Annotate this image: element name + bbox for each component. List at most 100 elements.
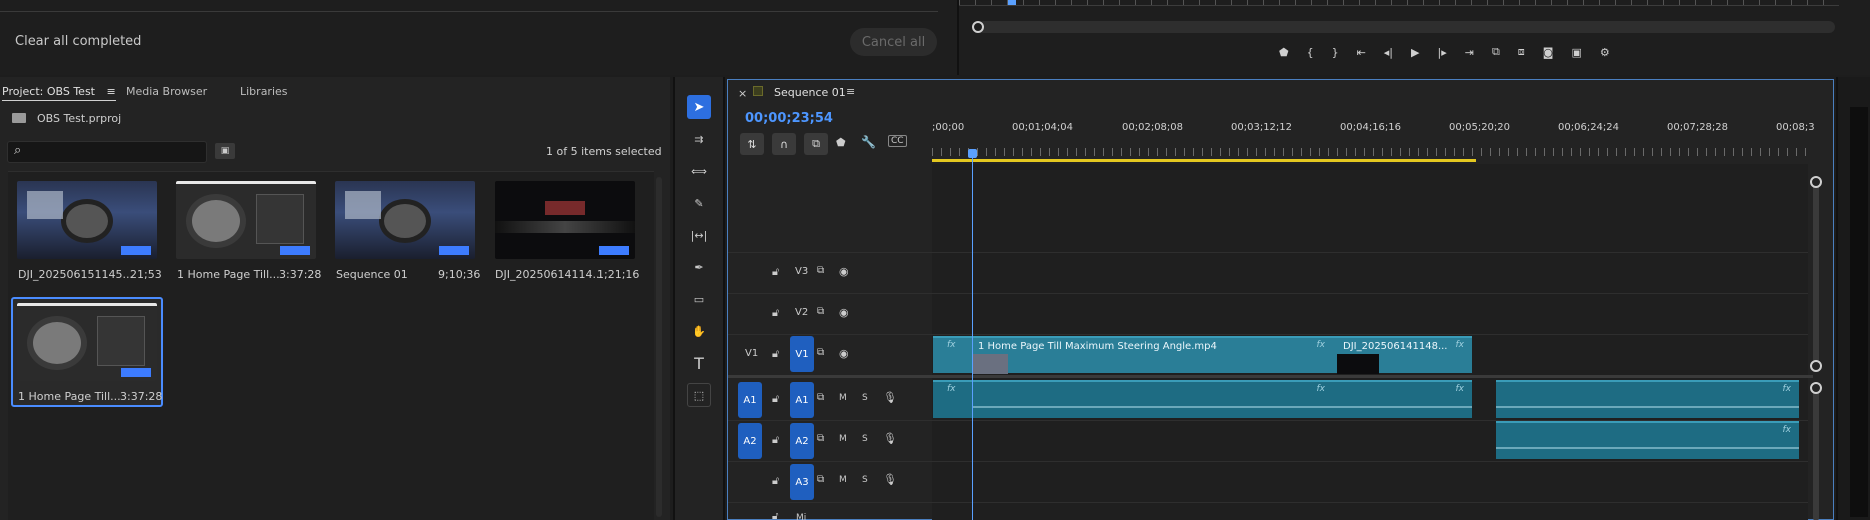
clip-v1-dji[interactable]: DJI_202506141148... fx xyxy=(1337,336,1472,374)
generative-extend-tool-icon[interactable]: ⬚ xyxy=(687,383,711,407)
lock-icon[interactable]: 🔓︎ xyxy=(772,474,779,488)
panel-menu-icon[interactable]: ≡ xyxy=(107,85,116,98)
add-marker-icon[interactable]: ⬟ xyxy=(836,136,846,149)
sync-lock-icon[interactable]: ⧉ xyxy=(817,265,824,276)
sync-lock-icon[interactable]: ⧉ xyxy=(817,474,824,485)
mute-button[interactable]: M xyxy=(839,434,847,444)
new-search-bin-icon[interactable]: ▣ xyxy=(215,143,235,159)
clear-all-completed-button[interactable]: Clear all completed xyxy=(15,34,141,49)
scroll-handle[interactable] xyxy=(1810,176,1822,188)
snap-icon[interactable]: ∩ xyxy=(772,133,796,155)
lock-icon[interactable]: 🔓︎ xyxy=(772,347,779,361)
step-back-icon[interactable]: ◂| xyxy=(1384,46,1393,59)
solo-button[interactable]: S xyxy=(862,434,868,444)
track-select-tool-icon[interactable]: ⇉ xyxy=(687,127,711,151)
sync-lock-icon[interactable]: ⧉ xyxy=(817,433,824,444)
work-area-bar[interactable] xyxy=(932,159,1476,162)
thumbnail-dji-0615[interactable] xyxy=(17,181,157,259)
solo-button[interactable]: S xyxy=(862,393,868,403)
audio-clip-a2[interactable]: fx xyxy=(1496,421,1799,459)
tab-libraries[interactable]: Libraries xyxy=(240,85,288,98)
tab-project[interactable]: Project: OBS Test ≡ xyxy=(2,85,116,101)
compare-view-icon[interactable]: ▣ xyxy=(1571,46,1581,59)
track-target-v1[interactable]: V1 xyxy=(790,336,814,372)
microphone-icon[interactable]: 🎙︎ xyxy=(883,432,897,445)
rectangle-tool-icon[interactable]: ▭ xyxy=(687,287,711,311)
scrollbar[interactable] xyxy=(656,177,662,517)
video-tracks-scrollbar[interactable] xyxy=(1813,176,1819,371)
type-tool-icon[interactable]: T xyxy=(687,351,711,375)
eye-icon[interactable]: ◉ xyxy=(839,265,849,278)
mark-out-icon[interactable]: } xyxy=(1332,46,1339,59)
mute-button[interactable]: M xyxy=(839,475,847,485)
monitor-scrub-bar[interactable] xyxy=(977,21,1835,33)
monitor-scrub-handle[interactable] xyxy=(972,21,984,33)
panel-menu-icon[interactable]: ≡ xyxy=(846,85,855,98)
clip-v1-home-page[interactable]: 1 Home Page Till Maximum Steering Angle.… xyxy=(972,336,1337,374)
slip-tool-icon[interactable]: |↔| xyxy=(687,223,711,247)
track-target-a3[interactable]: A3 xyxy=(790,464,814,500)
sync-lock-icon[interactable]: ⧉ xyxy=(817,306,824,317)
export-frame-icon[interactable]: ◙ xyxy=(1543,46,1554,59)
audio-clip-a1-small[interactable]: fx xyxy=(933,380,973,418)
source-patch-a1[interactable]: A1 xyxy=(738,382,762,418)
source-patch-v1[interactable]: V1 xyxy=(745,348,758,359)
marker-icon[interactable]: ⬟ xyxy=(1279,46,1289,59)
track-target-a2[interactable]: A2 xyxy=(790,423,814,459)
captions-icon[interactable]: CC xyxy=(888,135,907,147)
playhead-line[interactable] xyxy=(972,150,973,520)
mark-in-icon[interactable]: { xyxy=(1307,46,1314,59)
timeline-settings-icon[interactable]: 🔧 xyxy=(861,135,876,149)
hand-tool-icon[interactable]: ✋ xyxy=(687,319,711,343)
microphone-icon[interactable]: 🎙︎ xyxy=(883,473,897,486)
selection-tool-icon[interactable]: ➤ xyxy=(687,95,711,119)
microphone-icon[interactable]: 🎙︎ xyxy=(883,391,897,404)
audio-clip-a1-home-page[interactable]: fx xyxy=(972,380,1337,418)
thumbnail-home-page-clip[interactable] xyxy=(176,181,316,259)
thumbnail-dji-0614[interactable] xyxy=(495,181,635,259)
play-icon[interactable]: ▶ xyxy=(1411,46,1419,59)
selection-status: 1 of 5 items selected xyxy=(546,145,662,158)
insert-sequence-nest-icon[interactable]: ⇅ xyxy=(740,133,764,155)
audio-clip-a1-later[interactable]: fx xyxy=(1496,380,1799,418)
solo-button[interactable]: S xyxy=(862,475,868,485)
extract-icon[interactable]: ⧈ xyxy=(1518,45,1525,59)
razor-tool-icon[interactable]: ✎ xyxy=(687,191,711,215)
video-audio-divider[interactable] xyxy=(728,375,1813,378)
audio-tracks-scrollbar[interactable] xyxy=(1813,382,1819,520)
tab-media-browser[interactable]: Media Browser xyxy=(126,85,207,98)
eye-icon[interactable]: ◉ xyxy=(839,347,849,360)
go-to-in-icon[interactable]: ⇤ xyxy=(1357,46,1366,59)
thumbnail-sequence-01[interactable] xyxy=(335,181,475,259)
sequence-tab-title[interactable]: Sequence 01 xyxy=(774,86,846,99)
pen-tool-icon[interactable]: ✒ xyxy=(687,255,711,279)
lift-icon[interactable]: ⧉ xyxy=(1492,45,1500,59)
track-target-a1[interactable]: A1 xyxy=(790,382,814,418)
lock-icon[interactable]: 🔓︎ xyxy=(772,265,779,279)
linked-selection-icon[interactable]: ⧉ xyxy=(804,133,828,155)
audio-clip-a1-dji[interactable]: fx xyxy=(1337,380,1472,418)
eye-icon[interactable]: ◉ xyxy=(839,306,849,319)
mute-button[interactable]: M xyxy=(839,393,847,403)
clip-v1-small[interactable]: fx xyxy=(933,336,973,373)
vr-toggle-icon[interactable]: ⚙ xyxy=(1600,46,1610,59)
lock-icon[interactable]: 🔓︎ xyxy=(772,433,779,447)
cancel-all-button[interactable]: Cancel all xyxy=(850,28,937,56)
lock-icon[interactable]: 🔓︎ xyxy=(772,392,779,406)
go-to-out-icon[interactable]: ⇥ xyxy=(1465,46,1474,59)
step-forward-icon[interactable]: |▸ xyxy=(1437,46,1446,59)
monitor-playhead-marker[interactable] xyxy=(1008,0,1016,5)
playhead-timecode[interactable]: 00;00;23;54 xyxy=(745,111,833,126)
ripple-edit-tool-icon[interactable]: ⟺ xyxy=(687,159,711,183)
sync-lock-icon[interactable]: ⧉ xyxy=(817,392,824,403)
search-input[interactable]: ⌕ xyxy=(7,141,207,163)
source-patch-a2[interactable]: A2 xyxy=(738,423,762,459)
thumbnail-home-page-clip-selected[interactable] xyxy=(17,303,157,381)
scroll-handle[interactable] xyxy=(1810,382,1822,394)
close-tab-icon[interactable]: × xyxy=(738,87,747,100)
lock-icon[interactable]: 🔓︎ xyxy=(772,511,778,520)
sync-lock-icon[interactable]: ⧉ xyxy=(817,347,824,358)
time-ruler[interactable]: ;00;00 00;01;04;04 00;02;08;08 00;03;12;… xyxy=(932,122,1815,162)
lock-icon[interactable]: 🔓︎ xyxy=(772,306,779,320)
scroll-handle[interactable] xyxy=(1810,360,1822,372)
